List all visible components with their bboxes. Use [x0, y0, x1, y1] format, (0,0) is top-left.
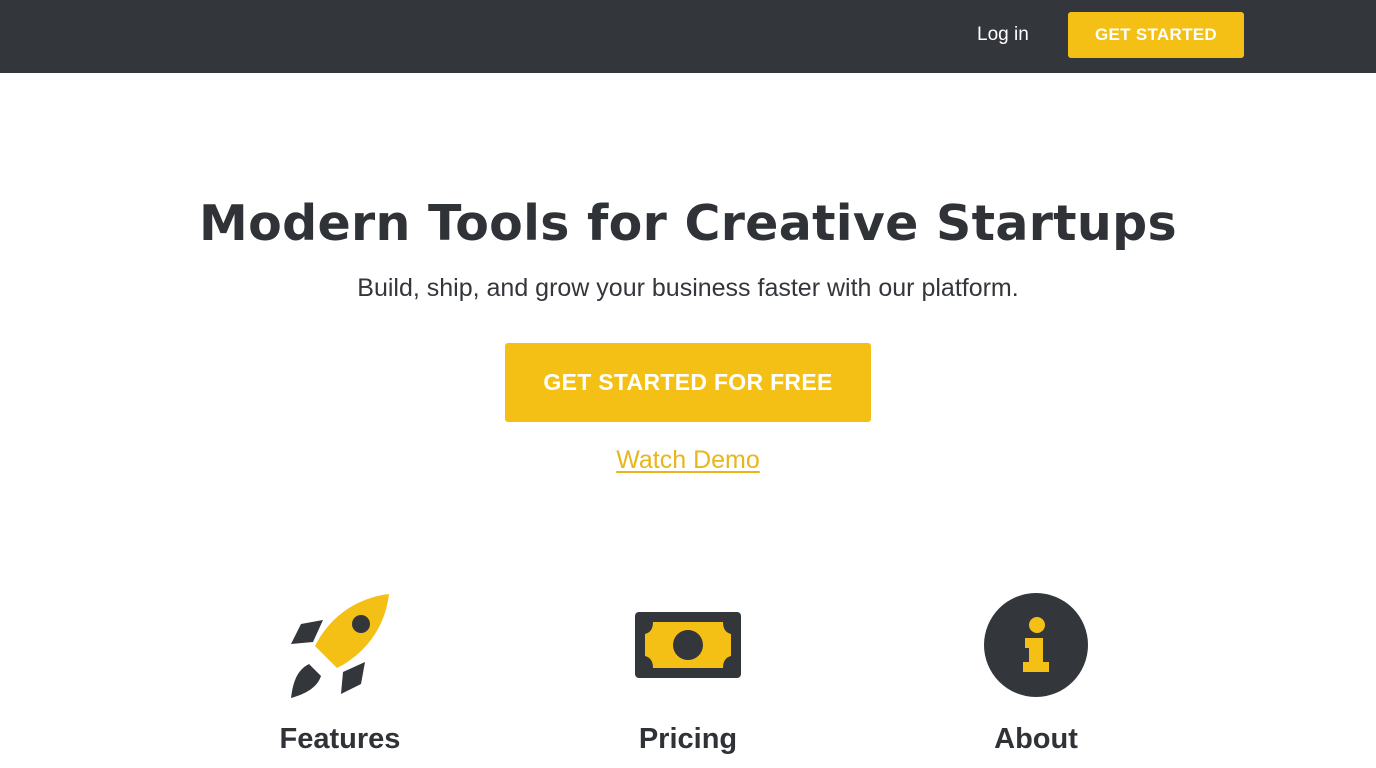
feature-label: Features: [279, 723, 401, 755]
rocket-icon: [285, 590, 395, 700]
feature-card-about[interactable]: About: [926, 590, 1146, 760]
login-link[interactable]: Log in: [977, 22, 1029, 48]
get-started-free-button[interactable]: GET STARTED FOR FREE: [505, 343, 871, 422]
info-circle-icon: [981, 590, 1091, 700]
feature-label: About: [994, 723, 1078, 755]
feature-label: Pricing: [638, 723, 738, 755]
watch-demo-link[interactable]: Watch Demo: [616, 446, 760, 474]
get-started-button[interactable]: GET STARTED: [1068, 12, 1244, 58]
feature-card-pricing[interactable]: Pricing: [578, 590, 798, 760]
hero-subtitle: Build, ship, and grow your business fast…: [357, 274, 1019, 302]
feature-card-features[interactable]: Features: [230, 590, 450, 760]
watch-demo-link-wrapper: Watch Demo: [0, 444, 1376, 476]
hero-title: Modern Tools for Creative Startups: [199, 195, 1177, 252]
top-navbar: Log in GET STARTED: [0, 0, 1376, 73]
money-bill-icon: [633, 590, 743, 700]
